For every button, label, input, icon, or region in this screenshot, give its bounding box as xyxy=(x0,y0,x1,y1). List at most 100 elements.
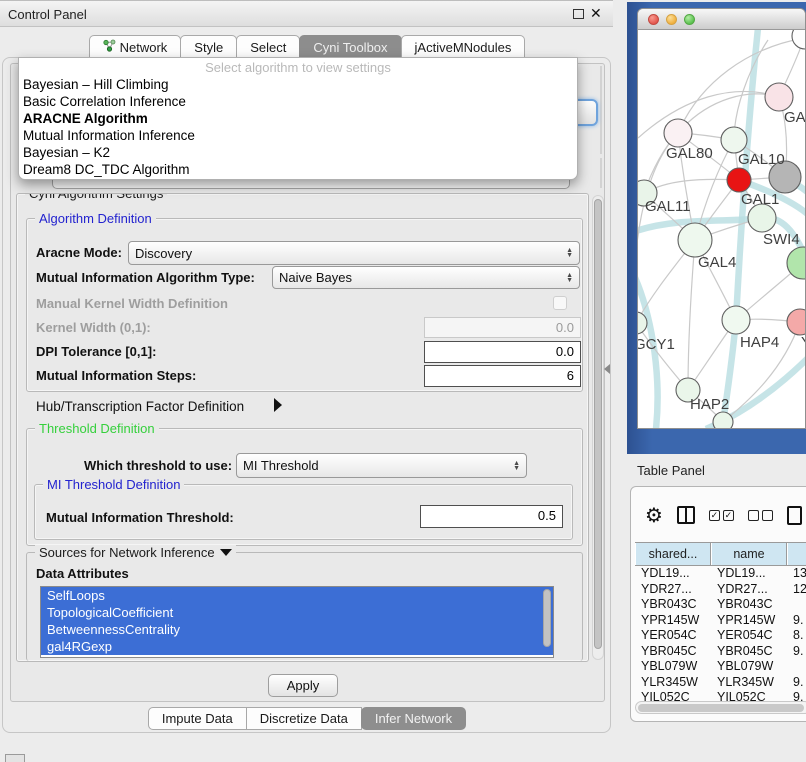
node-label-gcy1: GCY1 xyxy=(638,336,675,353)
which-threshold-select[interactable]: MI Threshold ▲▼ xyxy=(236,453,527,478)
column-header-shared[interactable]: shared... xyxy=(635,543,711,565)
tab-label: Style xyxy=(194,40,223,55)
mi-type-select[interactable]: Naive Bayes ▲▼ xyxy=(272,266,580,289)
panel-collapse-arrow[interactable] xyxy=(604,364,610,374)
tab-jactivemnodules[interactable]: jActiveMNodules xyxy=(401,35,526,59)
data-attributes-label: Data Attributes xyxy=(36,566,129,581)
table-row[interactable]: YPR145WYPR145W9. xyxy=(635,613,806,629)
table-cell: YER054C xyxy=(711,628,787,644)
float-panel-icon[interactable] xyxy=(573,9,584,19)
network-canvas[interactable]: GALGAL80GAL10GAL1GAL11SWI4GAL4GCY1HAP4YH… xyxy=(638,30,806,429)
unchecked-boxes-icon[interactable] xyxy=(748,510,773,521)
checked-boxes-icon[interactable]: ✓✓ xyxy=(709,510,734,521)
network-edge-teal[interactable] xyxy=(722,30,758,429)
mi-threshold-label: Mutual Information Threshold: xyxy=(46,510,234,525)
network-edge[interactable] xyxy=(638,91,779,138)
node-gal1-red[interactable] xyxy=(727,168,751,192)
tab-style[interactable]: Style xyxy=(180,35,237,59)
node-gal4[interactable] xyxy=(678,223,712,257)
column-header-cut[interactable] xyxy=(787,543,806,565)
algorithm-option-aracne-algorithm[interactable]: ARACNE Algorithm xyxy=(19,110,577,127)
node-gal10[interactable] xyxy=(721,127,747,153)
algorithm-option-bayesian-k2[interactable]: Bayesian – K2 xyxy=(19,144,577,161)
attribute-item-betweennesscentrality[interactable]: BetweennessCentrality xyxy=(41,621,553,638)
node-label-swi4: SWI4 xyxy=(763,231,800,248)
table-cell: 12 xyxy=(787,582,806,598)
mi-threshold-input[interactable]: 0.5 xyxy=(420,505,563,528)
node-partial-bottom[interactable] xyxy=(713,412,733,429)
close-panel-icon[interactable]: ✕ xyxy=(590,5,602,22)
table-hscrollbar[interactable] xyxy=(635,701,806,714)
column-header-name[interactable]: name xyxy=(711,543,787,565)
algorithm-option-basic-correlation-inference[interactable]: Basic Correlation Inference xyxy=(19,93,577,110)
network-edge[interactable] xyxy=(644,179,739,193)
node-hap4[interactable] xyxy=(722,306,750,334)
document-icon[interactable] xyxy=(787,506,802,525)
hidden-combo-focus-ring xyxy=(576,99,598,126)
table-row[interactable]: YBR045CYBR045C9. xyxy=(635,644,806,660)
algorithm-definition-title: Algorithm Definition xyxy=(35,211,156,226)
tab-cyni-toolbox[interactable]: Cyni Toolbox xyxy=(299,35,401,59)
attribute-item-topologicalcoefficient[interactable]: TopologicalCoefficient xyxy=(41,604,553,621)
table-row[interactable]: YDL19...YDL19...13 xyxy=(635,566,806,582)
table-row[interactable]: YBR043CYBR043C xyxy=(635,597,806,613)
hub-definition-label[interactable]: Hub/Transcription Factor Definition xyxy=(36,399,244,414)
algorithm-option-list: Bayesian – Hill ClimbingBasic Correlatio… xyxy=(19,76,577,178)
stepper-arrows-icon: ▲▼ xyxy=(560,248,573,258)
tab-select[interactable]: Select xyxy=(236,35,300,59)
table-cell: YBR043C xyxy=(711,597,787,613)
kernel-width-label: Kernel Width (0,1): xyxy=(36,320,151,335)
algorithm-dropdown-popup: Select algorithm to view settings Bayesi… xyxy=(18,57,578,180)
which-threshold-label: Which threshold to use: xyxy=(84,458,232,473)
table-cell: YBR043C xyxy=(635,597,711,613)
manual-kernel-checkbox[interactable] xyxy=(553,296,567,310)
apply-button[interactable]: Apply xyxy=(268,674,338,697)
network-graph: GALGAL80GAL10GAL1GAL11SWI4GAL4GCY1HAP4YH… xyxy=(638,30,806,429)
dpi-tolerance-input[interactable]: 0.0 xyxy=(424,341,581,363)
zoom-window-icon[interactable] xyxy=(684,14,695,25)
attribute-item-gal4rgexp[interactable]: gal4RGexp xyxy=(41,638,553,655)
algorithm-option-dream8-dc-tdc-algorithm[interactable]: Dream8 DC_TDC Algorithm xyxy=(19,161,577,178)
close-window-icon[interactable] xyxy=(648,14,659,25)
settings-scrollbar[interactable] xyxy=(592,195,604,660)
collapse-down-icon[interactable] xyxy=(220,549,232,556)
tab-label: Select xyxy=(250,40,286,55)
sources-title[interactable]: Sources for Network Inference xyxy=(39,545,215,560)
split-table-icon[interactable] xyxy=(677,506,695,524)
node-partial-top[interactable] xyxy=(792,30,806,49)
table-row[interactable]: YDR27...YDR27...12 xyxy=(635,582,806,598)
table-row[interactable]: YBL079WYBL079W xyxy=(635,659,806,675)
gear-icon[interactable]: ⚙ xyxy=(645,503,663,528)
node-salmon-right[interactable] xyxy=(787,309,806,335)
bottom-tab-infer-network[interactable]: Infer Network xyxy=(361,707,466,730)
attribute-item-selfloops[interactable]: SelfLoops xyxy=(41,587,553,604)
list-scrollbar-thumb[interactable] xyxy=(543,589,551,647)
node-label-gal10: GAL10 xyxy=(738,151,785,168)
tab-network[interactable]: Network xyxy=(89,35,182,59)
mi-steps-input[interactable]: 6 xyxy=(424,365,581,387)
bottom-corner-button[interactable] xyxy=(5,754,25,762)
node-label-gal4: GAL4 xyxy=(698,254,736,271)
minimize-window-icon[interactable] xyxy=(666,14,677,25)
table-hscrollbar-thumb[interactable] xyxy=(638,704,804,712)
table-row[interactable]: YER054CYER054C8. xyxy=(635,628,806,644)
settings-scrollbar-thumb[interactable] xyxy=(594,199,602,649)
algorithm-option-bayesian-hill-climbing[interactable]: Bayesian – Hill Climbing xyxy=(19,76,577,93)
network-edge[interactable] xyxy=(678,94,779,133)
table-row[interactable]: YLR345WYLR345W9. xyxy=(635,675,806,691)
node-gal-pink[interactable] xyxy=(765,83,793,111)
bottom-tab-discretize-data[interactable]: Discretize Data xyxy=(246,707,362,730)
bottom-tab-impute-data[interactable]: Impute Data xyxy=(148,707,247,730)
network-window-titlebar[interactable] xyxy=(638,9,805,30)
network-view-window[interactable]: GALGAL80GAL10GAL1GAL11SWI4GAL4GCY1HAP4YH… xyxy=(637,8,806,429)
aracne-mode-select[interactable]: Discovery ▲▼ xyxy=(128,241,580,265)
table-row[interactable]: YIL052CYIL052C9. xyxy=(635,690,806,701)
algorithm-option-mutual-information-inference[interactable]: Mutual Information Inference xyxy=(19,127,577,144)
tab-label: jActiveMNodules xyxy=(415,40,512,55)
network-edge[interactable] xyxy=(688,240,695,390)
data-attributes-list[interactable]: SelfLoopsTopologicalCoefficientBetweenne… xyxy=(40,586,554,658)
node-gal80[interactable] xyxy=(664,119,692,147)
kernel-width-input[interactable]: 0.0 xyxy=(424,317,581,338)
node-swi4[interactable] xyxy=(748,204,776,232)
expand-right-icon[interactable] xyxy=(274,398,282,412)
